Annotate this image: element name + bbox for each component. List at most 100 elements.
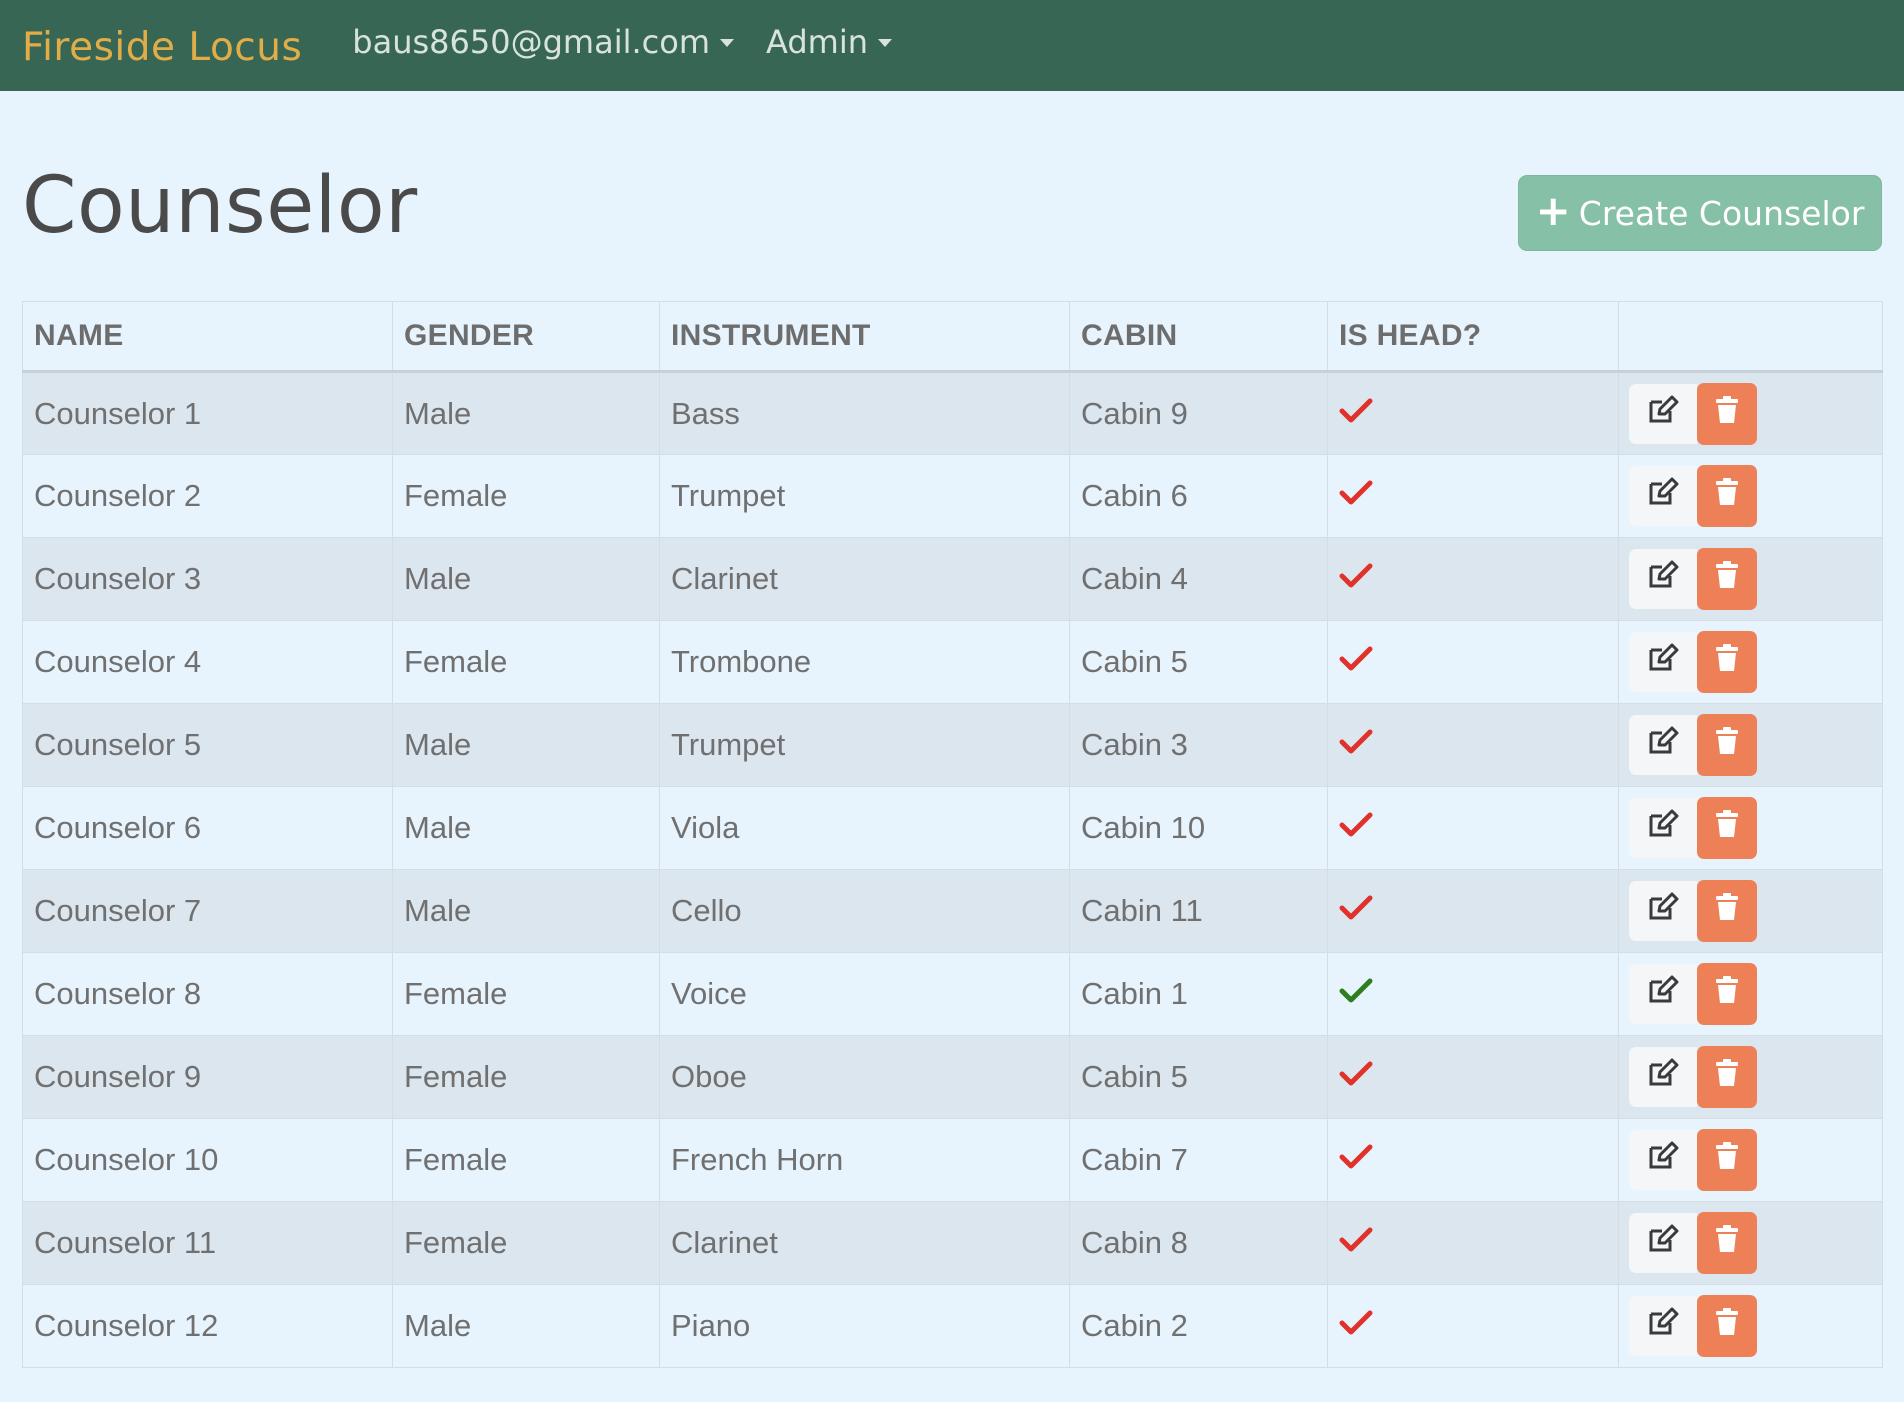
cell-gender: Male <box>392 703 660 787</box>
cell-name: Counselor 11 <box>22 1201 393 1285</box>
column-header-instrument[interactable]: INSTRUMENT <box>659 301 1070 373</box>
cell-name: Counselor 4 <box>22 620 393 704</box>
page-title: Counselor <box>22 161 418 251</box>
edit-button[interactable] <box>1629 632 1697 692</box>
delete-button[interactable] <box>1697 714 1757 776</box>
cell-instrument: Clarinet <box>659 537 1070 621</box>
user-menu-dropdown[interactable]: baus8650@gmail.com <box>352 23 734 61</box>
cell-gender: Female <box>392 1201 660 1285</box>
check-icon <box>1339 478 1373 513</box>
cell-instrument: Cello <box>659 869 1070 953</box>
cell-instrument: Trumpet <box>659 454 1070 538</box>
trash-icon <box>1715 1059 1739 1095</box>
column-header-actions <box>1618 301 1883 373</box>
delete-button[interactable] <box>1697 1295 1757 1357</box>
table-row: Counselor 5 Male Trumpet Cabin 3 <box>22 703 1883 787</box>
cell-gender: Female <box>392 952 660 1036</box>
cell-name: Counselor 6 <box>22 786 393 870</box>
trash-icon <box>1715 1142 1739 1178</box>
edit-button[interactable] <box>1629 715 1697 775</box>
delete-button[interactable] <box>1697 1129 1757 1191</box>
cell-name: Counselor 10 <box>22 1118 393 1202</box>
cell-gender: Female <box>392 620 660 704</box>
delete-button[interactable] <box>1697 797 1757 859</box>
cell-name: Counselor 3 <box>22 537 393 621</box>
check-icon <box>1339 1225 1373 1260</box>
table-row: Counselor 11 Female Clarinet Cabin 8 <box>22 1201 1883 1285</box>
table-header-row: NAME GENDER INSTRUMENT CABIN IS HEAD? <box>22 301 1883 373</box>
admin-menu-dropdown[interactable]: Admin <box>766 23 892 61</box>
edit-button[interactable] <box>1629 964 1697 1024</box>
cell-is-head <box>1327 1201 1619 1285</box>
check-icon <box>1339 976 1373 1011</box>
edit-button[interactable] <box>1629 1213 1697 1273</box>
cell-gender: Male <box>392 371 660 455</box>
edit-button[interactable] <box>1629 383 1697 444</box>
delete-button[interactable] <box>1697 880 1757 942</box>
check-icon <box>1339 1059 1373 1094</box>
cell-gender: Female <box>392 1035 660 1119</box>
page-header: Counselor + Create Counselor <box>0 91 1904 301</box>
cell-actions <box>1618 703 1883 787</box>
delete-button[interactable] <box>1697 631 1757 693</box>
table-row: Counselor 12 Male Piano Cabin 2 <box>22 1284 1883 1368</box>
cell-actions <box>1618 869 1883 953</box>
delete-button[interactable] <box>1697 548 1757 610</box>
column-header-is-head[interactable]: IS HEAD? <box>1327 301 1619 373</box>
column-header-cabin[interactable]: CABIN <box>1069 301 1328 373</box>
table-row: Counselor 3 Male Clarinet Cabin 4 <box>22 537 1883 621</box>
table-row: Counselor 8 Female Voice Cabin 1 <box>22 952 1883 1036</box>
cell-instrument: Bass <box>659 371 1070 455</box>
trash-icon <box>1715 644 1739 680</box>
table-body: Counselor 1 Male Bass Cabin 9 Counselor 2 Fem… <box>22 371 1883 1368</box>
cell-actions <box>1618 371 1883 455</box>
cell-gender: Male <box>392 1284 660 1368</box>
create-counselor-button[interactable]: + Create Counselor <box>1518 175 1882 251</box>
navbar: Fireside Locus baus8650@gmail.com Admin <box>0 0 1904 91</box>
edit-icon <box>1647 726 1679 764</box>
column-header-gender[interactable]: GENDER <box>392 301 660 373</box>
cell-is-head <box>1327 371 1619 455</box>
delete-button[interactable] <box>1697 1046 1757 1108</box>
cell-cabin: Cabin 11 <box>1069 869 1328 953</box>
cell-name: Counselor 12 <box>22 1284 393 1368</box>
cell-instrument: French Horn <box>659 1118 1070 1202</box>
cell-instrument: Trombone <box>659 620 1070 704</box>
table-row: Counselor 1 Male Bass Cabin 9 <box>22 371 1883 455</box>
edit-button[interactable] <box>1629 798 1697 858</box>
edit-button[interactable] <box>1629 1130 1697 1190</box>
cell-cabin: Cabin 9 <box>1069 371 1328 455</box>
table-row: Counselor 7 Male Cello Cabin 11 <box>22 869 1883 953</box>
edit-icon <box>1647 477 1679 515</box>
table-row: Counselor 2 Female Trumpet Cabin 6 <box>22 454 1883 538</box>
check-icon <box>1339 396 1373 431</box>
edit-button[interactable] <box>1629 549 1697 609</box>
cell-is-head <box>1327 537 1619 621</box>
cell-instrument: Viola <box>659 786 1070 870</box>
check-icon <box>1339 727 1373 762</box>
delete-button[interactable] <box>1697 465 1757 527</box>
edit-icon <box>1647 395 1679 433</box>
counselor-table: NAME GENDER INSTRUMENT CABIN IS HEAD? Co… <box>22 301 1883 1368</box>
edit-button[interactable] <box>1629 1296 1697 1356</box>
cell-instrument: Clarinet <box>659 1201 1070 1285</box>
cell-cabin: Cabin 1 <box>1069 952 1328 1036</box>
edit-button[interactable] <box>1629 881 1697 941</box>
cell-cabin: Cabin 6 <box>1069 454 1328 538</box>
edit-icon <box>1647 975 1679 1013</box>
cell-gender: Female <box>392 454 660 538</box>
delete-button[interactable] <box>1697 1212 1757 1274</box>
cell-is-head <box>1327 1284 1619 1368</box>
brand-logo[interactable]: Fireside Locus <box>22 21 302 70</box>
column-header-name[interactable]: NAME <box>22 301 393 373</box>
edit-icon <box>1647 892 1679 930</box>
cell-cabin: Cabin 5 <box>1069 620 1328 704</box>
edit-button[interactable] <box>1629 466 1697 526</box>
edit-icon <box>1647 1141 1679 1179</box>
edit-icon <box>1647 560 1679 598</box>
delete-button[interactable] <box>1697 963 1757 1025</box>
trash-icon <box>1715 810 1739 846</box>
delete-button[interactable] <box>1697 382 1757 445</box>
plus-icon: + <box>1535 186 1571 235</box>
edit-button[interactable] <box>1629 1047 1697 1107</box>
